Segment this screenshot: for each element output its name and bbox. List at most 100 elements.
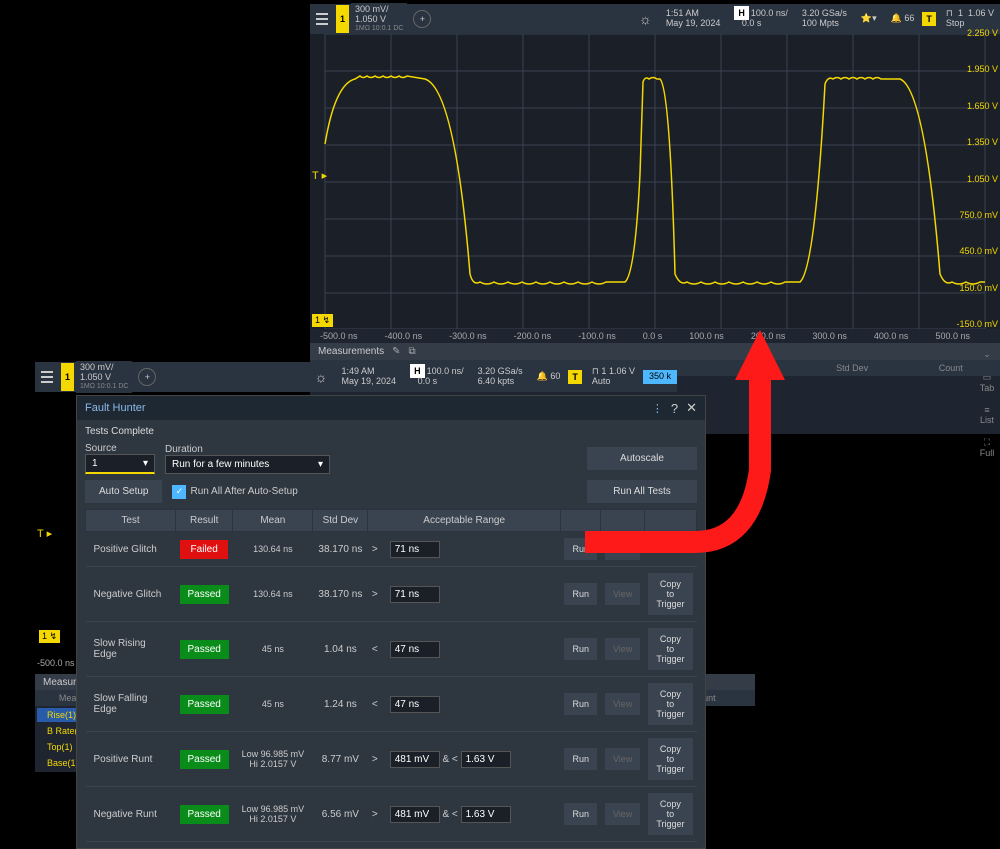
trigger-range[interactable]: 350 k (643, 370, 677, 384)
table-row: Negative Glitch Passed 130.64 ns 38.170 … (86, 567, 697, 622)
zone-trigger[interactable]: ⭐▾ (855, 12, 883, 26)
copy-trigger-button[interactable]: Copy to Trigger (648, 573, 692, 615)
table-row: Slow Rising Edge Passed 45 ns 1.04 ns < … (86, 622, 697, 677)
measurement-panel-header: Measurements ✎ ⧉ (310, 343, 1000, 360)
range-low-input[interactable] (390, 751, 440, 768)
channel-badge[interactable]: 1 (336, 5, 349, 33)
menu-icon[interactable] (310, 7, 334, 31)
run-all-tests-button[interactable]: Run All Tests (587, 480, 697, 503)
copy-trigger-button[interactable]: Copy to Trigger (648, 738, 692, 780)
channel-info[interactable]: 300 mV/1.050 V 1MΩ 10:0.1 DC (351, 3, 407, 34)
close-icon[interactable]: ✕ (686, 400, 697, 416)
menu-icon[interactable] (35, 365, 59, 389)
range-low-input[interactable] (390, 696, 440, 713)
alerts[interactable]: 🔔 66 (885, 12, 921, 26)
horizontal-info[interactable]: H100.0 ns/ 0.0 s (728, 7, 794, 31)
waveform-svg (310, 34, 1000, 329)
result-badge: Passed (180, 805, 229, 824)
channel-info[interactable]: 300 mV/1.050 V 1MΩ 10:0.1 DC (76, 361, 132, 392)
table-row: Negative Runt Passed Low 96.985 mV Hi 2.… (86, 787, 697, 842)
source-select[interactable]: 1▾ (85, 454, 155, 474)
brightness-icon[interactable]: ☼ (639, 11, 652, 27)
run-all-after-checkbox[interactable]: ✓Run All After Auto-Setup (172, 485, 297, 499)
channel-badge[interactable]: 1 (61, 363, 74, 391)
result-badge: Passed (180, 640, 229, 659)
acquisition-info[interactable]: 3.20 GSa/s6.40 kpts (472, 365, 529, 389)
acquisition-info[interactable]: 3.20 GSa/s100 Mpts (796, 7, 853, 31)
result-badge: Passed (180, 585, 229, 604)
channel-ground-badge[interactable]: 1 ↯ (39, 630, 60, 643)
table-row: Positive Runt Passed Low 96.985 mV Hi 2.… (86, 732, 697, 787)
test-name: Negative Runt (86, 787, 176, 842)
collapse-icon[interactable]: ⌄ (983, 349, 991, 360)
dialog-titlebar[interactable]: Fault Hunter ⋮ ? ✕ (77, 396, 705, 420)
alerts[interactable]: 🔔 60 (531, 370, 567, 384)
top-toolbar: 1 300 mV/1.050 V 1MΩ 10:0.1 DC + ☼ 1:51 … (310, 4, 1000, 34)
range-low-input[interactable] (390, 541, 440, 558)
run-button[interactable]: Run (564, 538, 597, 560)
edit-icon[interactable]: ✎ (392, 346, 400, 357)
test-name: Slow Rising Edge (86, 622, 176, 677)
trigger-info[interactable]: ⊓ 1 1.06 VAuto (586, 365, 641, 389)
result-badge: Passed (180, 695, 229, 714)
brightness-icon[interactable]: ☼ (315, 369, 328, 385)
autoscale-button[interactable]: Autoscale (587, 447, 697, 470)
list-view-icon[interactable]: ≡List (980, 405, 994, 425)
test-name: Slow Falling Edge (86, 677, 176, 732)
y-axis-labels: 2.250 V1.950 V1.650 V1.350 V1.050 V750.0… (956, 29, 1000, 329)
more-icon[interactable]: ⋮ (652, 402, 663, 415)
channel-ground-badge[interactable]: 1 ↯ (312, 314, 333, 327)
run-button[interactable]: Run (564, 693, 597, 715)
range-high-input[interactable] (461, 806, 511, 823)
add-channel-icon[interactable]: + (413, 10, 431, 28)
fault-hunter-dialog: Fault Hunter ⋮ ? ✕ Tests Complete Source… (76, 395, 706, 849)
result-badge: Failed (180, 540, 228, 559)
trigger-badge[interactable]: T (568, 370, 582, 384)
table-row: Slow Falling Edge Passed 45 ns 1.24 ns <… (86, 677, 697, 732)
table-header: Test Result Mean Std Dev Acceptable Rang… (86, 510, 697, 532)
trigger-marker: T ▸ (37, 527, 52, 540)
horizontal-info[interactable]: H100.0 ns/ 0.0 s (404, 365, 470, 389)
trigger-marker: T ▸ (312, 169, 327, 182)
view-button[interactable]: View (605, 538, 640, 560)
mean-value: 130.64 ns (233, 532, 313, 567)
copy-trigger-button[interactable]: Copy to Trigger (648, 793, 692, 835)
copy-trigger-button[interactable]: Copy to Trigger (648, 683, 692, 725)
x-left-label: -500.0 ns (37, 658, 75, 668)
mean-value: 130.64 ns (233, 567, 313, 622)
popout-icon[interactable]: ⧉ (409, 346, 416, 357)
mean-value: Low 96.985 mV Hi 2.0157 V (233, 732, 313, 787)
run-button[interactable]: Run (564, 583, 597, 605)
test-table: Test Result Mean Std Dev Acceptable Rang… (85, 509, 697, 842)
waveform-display[interactable]: T ▸ 1 ↯ 2.250 V1.950 V1.650 V1.350 V1.05… (310, 34, 1000, 329)
copy-trigger-button[interactable]: Copy to Trigger (648, 628, 692, 670)
view-button: View (605, 748, 640, 770)
side-toolbar-top: ⌄ ▭Tab ≡List ⛶Full (974, 349, 1000, 458)
range-low-input[interactable] (390, 806, 440, 823)
help-icon[interactable]: ? (671, 401, 678, 416)
clock-info: 1:49 AMMay 19, 2024 (336, 365, 403, 389)
run-button[interactable]: Run (564, 638, 597, 660)
table-row: Positive Glitch Failed 130.64 ns 38.170 … (86, 532, 697, 567)
trigger-badge[interactable]: T (922, 12, 936, 26)
run-button[interactable]: Run (564, 748, 597, 770)
duration-select[interactable]: Run for a few minutes▾ (165, 455, 330, 474)
test-name: Positive Runt (86, 732, 176, 787)
std-value: 1.04 ns (313, 622, 368, 677)
range-low-input[interactable] (390, 641, 440, 658)
run-button[interactable]: Run (564, 803, 597, 825)
mean-value: 45 ns (233, 677, 313, 732)
add-channel-icon[interactable]: + (138, 368, 156, 386)
measurement-title: Measurements (318, 346, 384, 357)
tab-view-icon[interactable]: ▭Tab (980, 372, 995, 393)
range-low-input[interactable] (390, 586, 440, 603)
auto-setup-button[interactable]: Auto Setup (85, 480, 162, 503)
test-name: Negative Glitch (86, 567, 176, 622)
range-high-input[interactable] (461, 751, 511, 768)
std-value: 38.170 ns (313, 567, 368, 622)
bottom-toolbar: 1 300 mV/1.050 V 1MΩ 10:0.1 DC + ☼ 1:49 … (35, 362, 677, 392)
std-value: 6.56 mV (313, 787, 368, 842)
full-view-icon[interactable]: ⛶Full (980, 437, 995, 458)
mean-value: Low 96.985 mV Hi 2.0157 V (233, 787, 313, 842)
status-text: Tests Complete (85, 426, 697, 437)
